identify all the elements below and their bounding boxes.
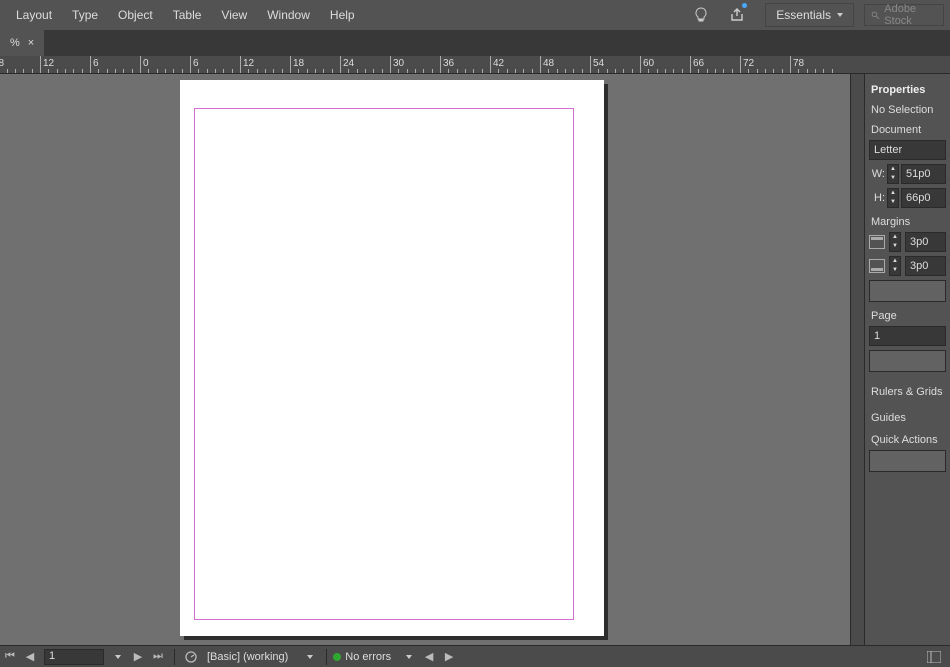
margins-section-label: Margins (871, 216, 946, 228)
ruler-tick: 72 (740, 56, 754, 74)
horizontal-ruler[interactable]: 1812606121824303642485460667278 (0, 56, 950, 74)
paragraph-style-label[interactable]: [Basic] (working) (207, 651, 288, 663)
ruler-tick: 6 (190, 56, 199, 74)
ruler-tick: 0 (140, 56, 149, 74)
menu-help[interactable]: Help (320, 2, 365, 28)
margin-top-stepper[interactable]: ▲▼ (889, 232, 901, 252)
menu-view[interactable]: View (211, 2, 257, 28)
notification-dot-icon (742, 3, 747, 8)
no-selection-label: No Selection (871, 104, 946, 116)
ruler-tick: 60 (640, 56, 654, 74)
menu-table[interactable]: Table (163, 2, 212, 28)
quick-actions-label: Quick Actions (871, 434, 946, 446)
menu-object[interactable]: Object (108, 2, 163, 28)
ruler-tick: 36 (440, 56, 454, 74)
style-dropdown[interactable] (302, 649, 318, 665)
search-icon (871, 10, 880, 21)
rulers-grids-label: Rulers & Grids (871, 386, 946, 398)
ruler-tick: 12 (40, 56, 54, 74)
document-section-label: Document (871, 124, 946, 136)
stock-placeholder: Adobe Stock (884, 3, 937, 27)
margin-bottom-icon (869, 259, 885, 273)
properties-panel: Properties No Selection Document Letter … (864, 74, 950, 645)
ruler-tick: 24 (340, 56, 354, 74)
canvas[interactable] (0, 74, 850, 645)
main-menu: Layout Type Object Table View Window Hel… (6, 2, 365, 28)
page-more-button[interactable] (869, 350, 946, 372)
preflight-status[interactable]: No errors (345, 651, 391, 663)
ruler-tick: 12 (240, 56, 254, 74)
ruler-tick: 6 (90, 56, 99, 74)
height-field[interactable]: 66p0 (901, 188, 946, 208)
guides-label: Guides (871, 412, 946, 424)
app-menubar: Layout Type Object Table View Window Hel… (0, 0, 950, 30)
chevron-down-icon (115, 655, 121, 659)
margins-more-button[interactable] (869, 280, 946, 302)
preflight-prev[interactable]: ◀ (421, 649, 437, 665)
width-field[interactable]: 51p0 (901, 164, 946, 184)
margin-top-icon (869, 235, 885, 249)
last-page-button[interactable]: ⏭ (150, 649, 166, 665)
page-preset-field[interactable]: Letter (869, 140, 946, 160)
document-tab[interactable]: % × (0, 30, 44, 56)
page-nav-dropdown[interactable] (110, 649, 126, 665)
view-mode-toggle[interactable] (926, 649, 942, 665)
prev-page-button[interactable]: ◀ (22, 649, 38, 665)
workspace-switcher[interactable]: Essentials (765, 3, 854, 27)
margin-bottom-stepper[interactable]: ▲▼ (889, 256, 901, 276)
ruler-tick: 42 (490, 56, 504, 74)
page-nav-field[interactable]: 1 (44, 649, 104, 665)
margin-bottom-field[interactable]: 3p0 (905, 256, 946, 276)
document-tab-strip: % × (0, 30, 950, 56)
preflight-dropdown[interactable] (401, 649, 417, 665)
quick-action-button[interactable] (869, 450, 946, 472)
ruler-tick: 66 (690, 56, 704, 74)
adobe-stock-search[interactable]: Adobe Stock (864, 4, 944, 26)
chevron-down-icon (406, 655, 412, 659)
share-icon[interactable] (723, 1, 751, 29)
ruler-tick: 30 (390, 56, 404, 74)
chevron-down-icon (307, 655, 313, 659)
page[interactable] (180, 80, 604, 636)
ruler-tick: 78 (790, 56, 804, 74)
preflight-next[interactable]: ▶ (441, 649, 457, 665)
tab-close-icon[interactable]: × (28, 37, 34, 49)
ruler-tick: 18 (0, 56, 4, 74)
height-stepper[interactable]: ▲▼ (887, 188, 899, 208)
page-margin-guide (194, 108, 574, 620)
first-page-button[interactable]: ⏮ (2, 649, 18, 665)
page-number-field[interactable]: 1 (869, 326, 946, 346)
menu-layout[interactable]: Layout (6, 2, 62, 28)
width-label: W: (869, 168, 885, 180)
chevron-down-icon (837, 13, 843, 17)
width-stepper[interactable]: ▲▼ (887, 164, 899, 184)
preflight-ok-icon (333, 653, 341, 661)
ruler-tick: 54 (590, 56, 604, 74)
ruler-tick: 18 (290, 56, 304, 74)
menu-window[interactable]: Window (257, 2, 320, 28)
height-label: H: (869, 192, 885, 204)
next-page-button[interactable]: ▶ (130, 649, 146, 665)
open-spread-icon[interactable] (183, 649, 199, 665)
ruler-tick: 48 (540, 56, 554, 74)
tab-label: % (10, 37, 20, 49)
panel-title: Properties (871, 84, 946, 96)
lightbulb-icon[interactable] (687, 1, 715, 29)
status-bar: ⏮ ◀ 1 ▶ ⏭ [Basic] (working) No errors ◀ … (0, 645, 950, 667)
workspace-label: Essentials (776, 8, 831, 22)
work-area: Properties No Selection Document Letter … (0, 74, 950, 645)
menu-type[interactable]: Type (62, 2, 108, 28)
margin-top-field[interactable]: 3p0 (905, 232, 946, 252)
vertical-scrollbar[interactable] (850, 74, 864, 645)
page-section-label: Page (871, 310, 946, 322)
